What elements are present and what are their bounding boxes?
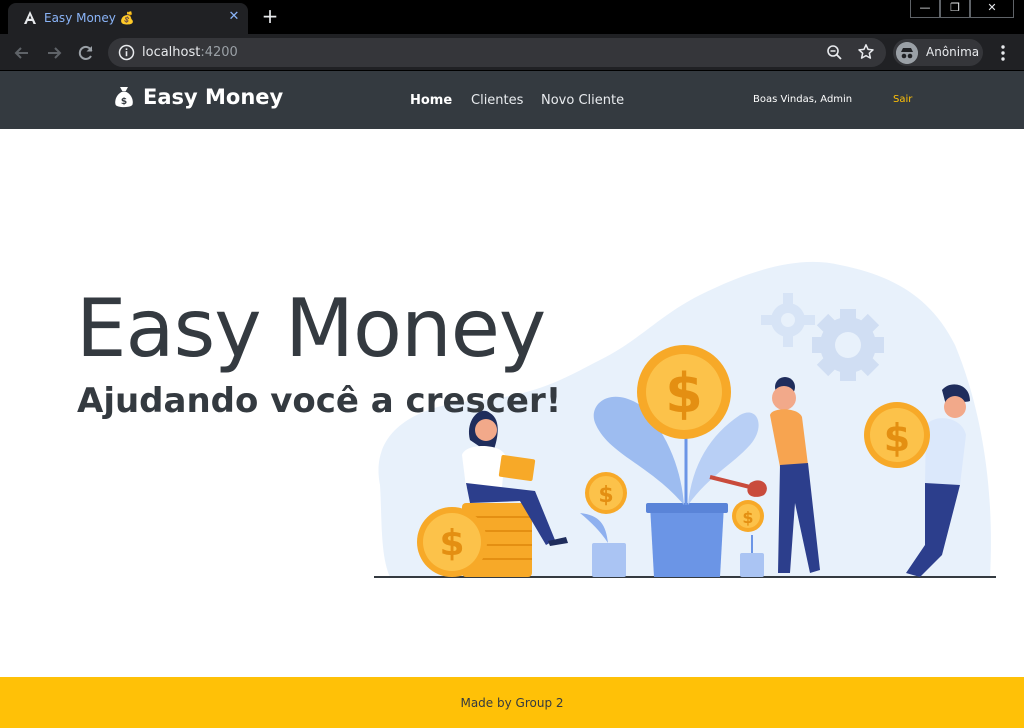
nav-link-home[interactable]: Home: [410, 93, 452, 108]
svg-text:$: $: [665, 362, 703, 425]
svg-text:$: $: [884, 416, 910, 460]
new-tab-button[interactable]: +: [260, 6, 280, 27]
browser-toolbar: localhost:4200 Anônima: [0, 34, 1024, 71]
incognito-icon: [896, 42, 918, 64]
svg-text:$: $: [742, 508, 753, 527]
money-bag-icon: $: [115, 87, 133, 108]
restore-button[interactable]: ❐: [940, 0, 970, 18]
url-port: :4200: [200, 45, 238, 60]
logout-link[interactable]: Sair: [893, 94, 912, 105]
browser-tab[interactable]: Easy Money 💰 ✕: [8, 3, 248, 34]
profile-label: Anônima: [926, 45, 980, 59]
brand-name: Easy Money: [143, 85, 284, 109]
kebab-menu-icon[interactable]: [996, 43, 1010, 63]
profile-button[interactable]: Anônima: [893, 39, 983, 66]
brand-link[interactable]: $ Easy Money: [114, 85, 283, 109]
svg-text:$: $: [121, 97, 127, 107]
reload-icon[interactable]: [76, 43, 96, 63]
tab-title: Easy Money 💰: [44, 11, 135, 25]
info-icon[interactable]: [118, 44, 135, 61]
window-controls: — ❐ ✕: [910, 0, 1014, 18]
nav-link-novo-cliente[interactable]: Novo Cliente: [541, 93, 624, 108]
bookmark-star-icon[interactable]: [857, 43, 875, 61]
big-coin-left: $: [417, 507, 487, 577]
browser-tab-bar: Easy Money 💰 ✕ + — ❐ ✕: [0, 0, 1024, 34]
url-text: localhost:4200: [142, 45, 238, 60]
url-host: localhost: [142, 45, 201, 60]
svg-text:$: $: [439, 523, 464, 564]
back-arrow-icon[interactable]: [12, 43, 32, 63]
close-window-button[interactable]: ✕: [970, 0, 1014, 18]
tab-close-icon[interactable]: ✕: [226, 9, 242, 25]
minimize-button[interactable]: —: [910, 0, 940, 18]
zoom-icon[interactable]: [826, 44, 843, 61]
nav-link-clientes[interactable]: Clientes: [471, 93, 523, 108]
angular-logo-icon: [24, 11, 36, 24]
page-footer: Made by Group 2: [0, 677, 1024, 728]
address-bar[interactable]: localhost:4200: [108, 38, 886, 67]
svg-text:$: $: [598, 483, 613, 508]
forward-arrow-icon[interactable]: [44, 43, 64, 63]
app-navbar: $ Easy Money Home Clientes Novo Cliente …: [0, 71, 1024, 129]
hero-title: Easy Money: [76, 282, 546, 375]
welcome-message: Boas Vindas, Admin: [753, 94, 853, 105]
hero-subtitle: Ajudando você a crescer!: [77, 381, 562, 421]
footer-text: Made by Group 2: [460, 696, 564, 710]
